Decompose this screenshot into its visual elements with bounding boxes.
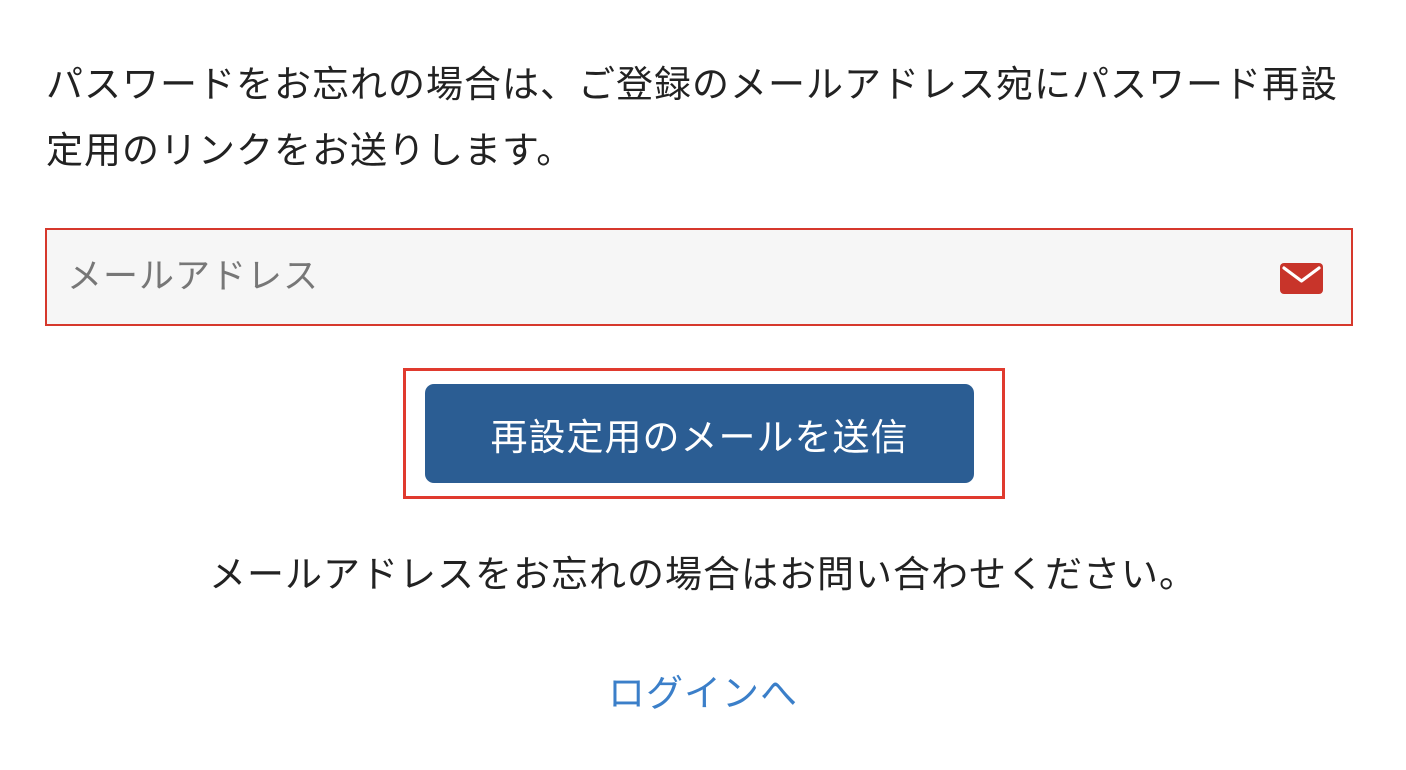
send-reset-email-button[interactable]: 再設定用のメールを送信 xyxy=(425,384,974,483)
login-link[interactable]: ログインへ xyxy=(608,672,798,715)
intro-text: パスワードをお忘れの場合は、ご登録のメールアドレス宛にパスワード再設定用のリンク… xyxy=(46,63,1338,172)
forgot-email-notice: メールアドレスをお忘れの場合はお問い合わせください。 xyxy=(209,553,1197,596)
login-link-container: ログインへ xyxy=(0,666,1406,722)
email-field[interactable] xyxy=(45,228,1353,326)
email-input[interactable] xyxy=(47,230,1247,324)
envelope-icon xyxy=(1280,263,1323,294)
